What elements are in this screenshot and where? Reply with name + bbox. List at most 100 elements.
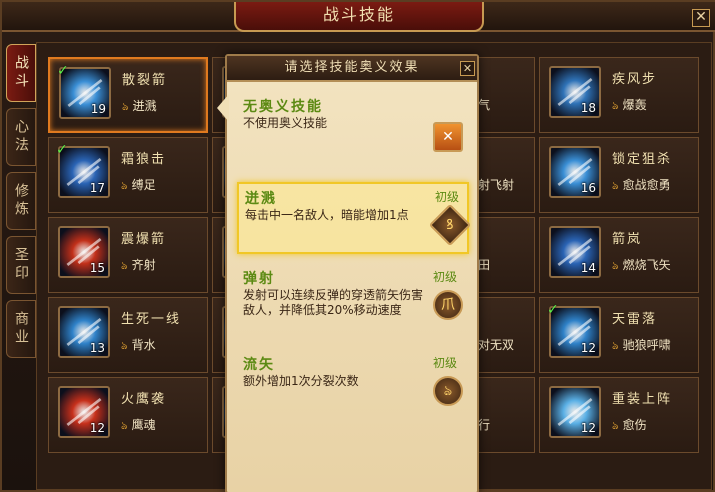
option-title: 迸溅 (245, 191, 277, 207)
ultimate-rune-icon: ঌ (122, 100, 129, 113)
skill-name: 箭岚 (612, 232, 643, 247)
skill-ultimate-effect[interactable]: ঌ 缚足 (121, 176, 156, 196)
ultimate-effect-label: 田 (478, 258, 491, 272)
ultimate-effect-popup: 请选择技能奥义效果 ✕ 无奥义技能 不使用奥义技能 ✕ 迸溅 初级 每击中一名敌… (225, 54, 479, 492)
window-title: 战斗技能 (234, 2, 484, 32)
stray-arrow-rune-icon[interactable]: ঌ (433, 376, 463, 406)
skill-slot[interactable]: 12 火鹰袭 ঌ 鹰魂 (48, 377, 208, 453)
ultimate-rune-icon: ঌ (121, 419, 128, 432)
ultimate-effect-label: 鹰魂 (131, 418, 156, 432)
skill-name: 霜狼击 (121, 152, 167, 167)
option-title: 流矢 (243, 357, 275, 373)
ultimate-effect-label: 齐射 (131, 258, 156, 272)
skill-level: 17 (89, 181, 105, 195)
skill-name: 天雷落 (612, 312, 658, 327)
skill-level: 13 (89, 341, 105, 355)
skill-ultimate-effect[interactable]: ঌ 愈伤 (612, 416, 647, 436)
popup-title: 请选择技能奥义效果 (227, 56, 477, 82)
skill-level: 15 (89, 261, 105, 275)
option-title: 弹射 (243, 271, 275, 287)
ultimate-effect-label: 行 (478, 418, 491, 432)
ultimate-rune-icon: ঌ (612, 179, 619, 192)
ultimate-effect-label: 对无双 (478, 338, 515, 352)
skill-level: 16 (580, 181, 596, 195)
skill-level: 12 (89, 421, 105, 435)
option-desc: 额外增加1次分裂次数 (243, 374, 359, 388)
skill-name: 疾风步 (612, 72, 658, 87)
option-stray-arrow[interactable]: 流矢 初级 额外增加1次分裂次数 ঌ (237, 350, 469, 410)
fire-hawk-icon[interactable]: 12 (58, 386, 110, 438)
tab-business[interactable]: 商业 (6, 300, 36, 358)
ultimate-effect-label: 背水 (131, 338, 156, 352)
skill-ultimate-effect[interactable]: ঌ 爆轰 (612, 96, 647, 116)
skill-name: 震爆箭 (121, 232, 167, 247)
skill-slot[interactable]: 12 重装上阵 ঌ 愈伤 (539, 377, 699, 453)
equipped-check-icon: ✓ (57, 63, 69, 79)
lock-snipe-icon[interactable]: 16 (549, 146, 601, 198)
ultimate-rune-icon: ঌ (612, 339, 619, 352)
skill-slot[interactable]: 14 箭岚 ঌ 燃烧飞矢 (539, 217, 699, 293)
skill-slot[interactable]: 19 ✓ 散裂箭 ঌ 迸溅 (48, 57, 208, 133)
skill-ultimate-effect[interactable]: ঌ 愈战愈勇 (612, 176, 671, 196)
ultimate-effect-label: 气 (478, 98, 491, 112)
tab-mind[interactable]: 心法 (6, 108, 36, 166)
close-icon[interactable]: ✕ (692, 9, 710, 27)
ultimate-effect-label: 燃烧飞矢 (622, 258, 671, 272)
option-grade: 初级 (435, 190, 460, 204)
ultimate-rune-icon: ঌ (121, 259, 128, 272)
skill-name: 散裂箭 (122, 73, 168, 88)
skill-slot[interactable]: 13 生死一线 ঌ 背水 (48, 297, 208, 373)
ricochet-rune-icon[interactable]: 爪 (433, 290, 463, 320)
equipped-check-icon: ✓ (547, 302, 559, 318)
splash-rune-icon[interactable]: ꝸ (428, 203, 472, 247)
tab-seal[interactable]: 圣印 (6, 236, 36, 294)
option-desc: 发射可以连续反弹的穿透箭矢伤害敌人，并降低其20%移动速度 (243, 288, 424, 317)
skill-level: 12 (580, 341, 596, 355)
option-splash[interactable]: 迸溅 初级 每击中一名敌人，暗能增加1点 ꝸ (237, 182, 472, 254)
gale-step-icon[interactable]: 18 (549, 66, 601, 118)
option-none[interactable]: 无奥义技能 不使用奥义技能 ✕ (237, 92, 469, 162)
ultimate-effect-label: 愈伤 (622, 418, 647, 432)
popup-close-icon[interactable]: ✕ (460, 61, 475, 76)
option-grade: 初级 (433, 270, 458, 284)
tab-combat[interactable]: 战斗 (6, 44, 36, 102)
blast-arrow-icon[interactable]: 15 (58, 226, 110, 278)
tab-training[interactable]: 修炼 (6, 172, 36, 230)
skill-ultimate-effect[interactable]: ঌ 齐射 (121, 256, 156, 276)
skill-name: 重装上阵 (612, 392, 673, 407)
ultimate-rune-icon: ঌ (121, 339, 128, 352)
cancel-icon[interactable]: ✕ (433, 122, 463, 152)
skill-name: 火鹰袭 (121, 392, 167, 407)
skill-window: 战斗技能 ✕ 战斗 心法 修炼 圣印 商业 19 ✓ 散裂箭 ঌ 迸溅 17 ✓ 霜狼击 ঌ 缚足… (0, 0, 715, 492)
skill-ultimate-effect[interactable]: ঌ 燃烧飞矢 (612, 256, 671, 276)
ultimate-rune-icon: ঌ (121, 179, 128, 192)
option-grade: 初级 (433, 356, 458, 370)
skill-ultimate-effect[interactable]: ঌ 鹰魂 (121, 416, 156, 436)
skill-name: 锁定狙杀 (612, 152, 673, 167)
ultimate-effect-label: 缚足 (131, 178, 156, 192)
skill-slot[interactable]: 18 疾风步 ঌ 爆轰 (539, 57, 699, 133)
popup-pointer (217, 94, 229, 122)
skill-slot[interactable]: 15 震爆箭 ঌ 齐射 (48, 217, 208, 293)
skill-slot[interactable]: 16 锁定狙杀 ঌ 愈战愈勇 (539, 137, 699, 213)
heavy-armor-icon[interactable]: 12 (549, 386, 601, 438)
skill-name: 生死一线 (121, 312, 182, 327)
skill-level: 14 (580, 261, 596, 275)
life-line-icon[interactable]: 13 (58, 306, 110, 358)
ultimate-effect-label: 射飞射 (478, 178, 515, 192)
ultimate-effect-label: 爆轰 (622, 98, 647, 112)
title-bar: 战斗技能 ✕ (2, 2, 715, 32)
option-title: 无奥义技能 (243, 99, 323, 115)
option-ricochet[interactable]: 弹射 初级 发射可以连续反弹的穿透箭矢伤害敌人，并降低其20%移动速度 爪 (237, 264, 469, 344)
skill-ultimate-effect[interactable]: ঌ 驰狼呼啸 (612, 336, 671, 356)
arrow-storm-icon[interactable]: 14 (549, 226, 601, 278)
skill-slot[interactable]: 17 ✓ 霜狼击 ঌ 缚足 (48, 137, 208, 213)
ultimate-rune-icon: ঌ (612, 419, 619, 432)
skill-slot[interactable]: 12 ✓ 天雷落 ঌ 驰狼呼啸 (539, 297, 699, 373)
option-desc: 不使用奥义技能 (243, 116, 328, 130)
skill-level: 12 (580, 421, 596, 435)
skill-ultimate-effect[interactable]: ঌ 迸溅 (122, 97, 157, 117)
skill-ultimate-effect[interactable]: ঌ 背水 (121, 336, 156, 356)
option-desc: 每击中一名敌人，暗能增加1点 (245, 208, 409, 222)
ultimate-rune-icon: ঌ (612, 99, 619, 112)
